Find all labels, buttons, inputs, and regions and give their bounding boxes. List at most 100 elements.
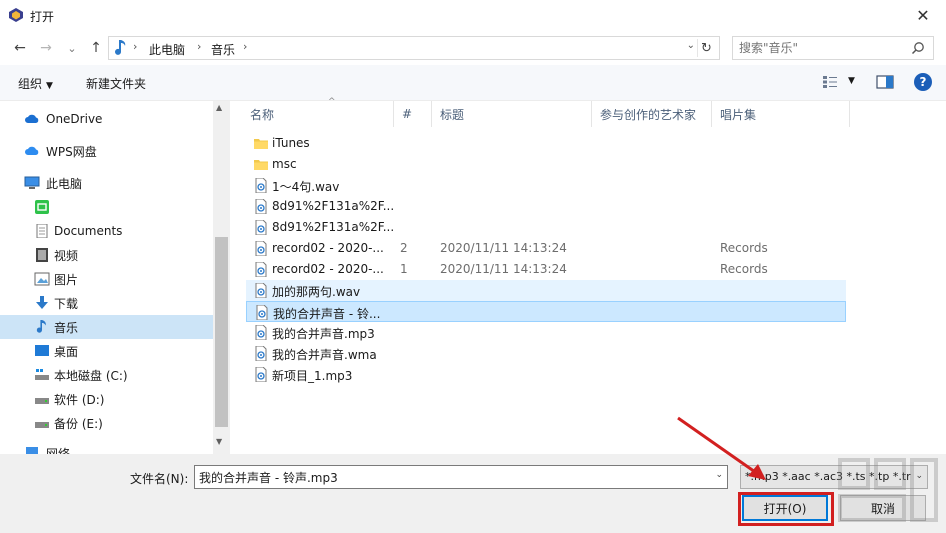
breadcrumb-music[interactable]: 音乐 (211, 41, 235, 58)
folder-icon (254, 160, 268, 170)
sidebar-item-label: 此电脑 (46, 176, 83, 191)
view-caret-icon[interactable]: ▼ (848, 76, 855, 86)
sidebar-item-network[interactable]: 网络 (0, 441, 213, 454)
column-label: 标题 (440, 107, 465, 122)
sidebar-item-this-pc[interactable]: 此电脑 (0, 171, 213, 195)
sidebar-item-videos[interactable]: 视频 (0, 243, 213, 267)
sidebar-item-label: 桌面 (54, 344, 79, 359)
file-row[interactable]: 我的合并声音.wma (246, 343, 846, 364)
file-row[interactable]: record02 - 2020-... 1 2020/11/11 14:13:24 R… (246, 259, 846, 280)
close-button[interactable]: ✕ (900, 0, 946, 31)
file-title: 2020/11/11 14:13:24 (440, 262, 567, 276)
search-input[interactable] (739, 40, 899, 56)
sort-ascending-icon: ^ (328, 97, 336, 107)
system-drive-icon (35, 369, 49, 380)
sidebar-item-drive-d[interactable]: 软件 (D:) (0, 387, 213, 411)
sidebar-item-downloads[interactable]: 下载 (0, 291, 213, 315)
sidebar-item-label: 下载 (54, 296, 79, 311)
sidebar-item-label: Documents (54, 224, 123, 238)
sidebar-item-onedrive[interactable]: OneDrive (0, 107, 213, 131)
sidebar-item-label: 本地磁盘 (C:) (54, 368, 128, 383)
column-header-album[interactable]: 唱片集 (712, 101, 850, 127)
file-row[interactable]: msc (246, 154, 846, 175)
sidebar-item-drive-e[interactable]: 备份 (E:) (0, 411, 213, 435)
sidebar-item-label: 音乐 (54, 320, 79, 335)
chevron-down-icon: ⌄ (67, 41, 77, 55)
back-button[interactable]: ← (10, 36, 30, 60)
file-row[interactable]: 8d91%2F131a%2F... (246, 217, 846, 238)
sidebar-item-label: 视频 (54, 248, 79, 263)
file-name: record02 - 2020-... (272, 262, 384, 276)
audio-file-icon (255, 199, 267, 214)
view-options-icon[interactable] (822, 75, 838, 89)
file-row[interactable]: 8d91%2F131a%2F... (246, 196, 846, 217)
file-row[interactable]: 我的合并声音.mp3 (246, 322, 846, 343)
music-note-icon (115, 40, 126, 55)
up-button[interactable]: ↑ (86, 36, 106, 60)
refresh-button[interactable]: ↻ (697, 39, 715, 57)
column-label: 参与创作的艺术家 (600, 107, 697, 122)
sidebar-item-label: 备份 (E:) (54, 416, 103, 431)
computer-icon (24, 176, 40, 189)
drive-icon (35, 398, 49, 404)
wps-cloud-icon (25, 146, 39, 155)
file-name: 我的合并声音 - 铃... (273, 307, 381, 321)
refresh-icon: ↻ (701, 40, 712, 56)
sidebar-item-app[interactable] (0, 195, 213, 219)
file-row[interactable]: 新项目_1.mp3 (246, 364, 846, 385)
sidebar-item-desktop[interactable]: 桌面 (0, 339, 213, 363)
column-header-artists[interactable]: 参与创作的艺术家 (592, 101, 712, 127)
scroll-up-icon[interactable]: ▲ (216, 103, 222, 112)
column-label: # (402, 107, 413, 121)
filename-combobox[interactable]: ⌄ (194, 465, 728, 489)
music-icon (36, 320, 46, 333)
file-name: 8d91%2F131a%2F... (272, 199, 395, 213)
file-row[interactable]: record02 - 2020-... 2 2020/11/11 14:13:24 R… (246, 238, 846, 259)
sidebar-item-label: 网络 (46, 446, 71, 455)
picture-icon (34, 272, 50, 286)
arrow-up-icon: ↑ (90, 40, 102, 56)
sidebar-item-label: WPS网盘 (46, 144, 97, 159)
file-name: 新项目_1.mp3 (272, 369, 353, 383)
address-bar[interactable]: › 此电脑 › 音乐 › ⌄ ↻ (108, 36, 720, 60)
column-header-name[interactable]: 名称 ^ (242, 97, 394, 127)
preview-pane-icon[interactable] (876, 75, 894, 89)
sidebar-item-pictures[interactable]: 图片 (0, 267, 213, 291)
audio-file-icon (255, 283, 267, 298)
file-list: 名称 ^ # 标题 参与创作的艺术家 唱片集 iTunes msc 1～4句.wav… (230, 97, 946, 454)
dialog-footer: 文件名(N): ⌄ *.mp3 *.aac *.ac3 *.ts *.tp *.… (0, 454, 946, 533)
sidebar-item-music[interactable]: 音乐 (0, 315, 213, 339)
organize-button[interactable]: 组织 ▼ (18, 75, 53, 92)
audio-file-icon (255, 220, 267, 235)
sidebar-scrollbar[interactable]: ▲ ▼ (213, 101, 230, 454)
forward-button[interactable]: → (36, 36, 56, 60)
breadcrumb-separator: › (133, 40, 138, 53)
column-header-number[interactable]: # (394, 101, 432, 127)
column-header-title[interactable]: 标题 (432, 101, 592, 127)
sidebar-item-drive-c[interactable]: 本地磁盘 (C:) (0, 363, 213, 387)
address-dropdown-icon[interactable]: ⌄ (687, 40, 695, 51)
filename-label: 文件名(N): (130, 472, 189, 486)
command-toolbar: 组织 ▼ 新建文件夹 ▼ ? (0, 65, 946, 101)
window-title: 打开 (30, 10, 55, 24)
file-name: 8d91%2F131a%2F... (272, 220, 395, 234)
file-row[interactable]: 1～4句.wav (246, 175, 846, 196)
file-album: Records (720, 262, 768, 276)
column-label: 名称 (250, 107, 275, 122)
file-row[interactable]: 我的合并声音 - 铃... (246, 301, 846, 322)
new-folder-button[interactable]: 新建文件夹 (86, 75, 146, 92)
sidebar-item-wps-cloud[interactable]: WPS网盘 (0, 139, 213, 163)
file-row[interactable]: iTunes (246, 133, 846, 154)
recent-locations-button[interactable]: ⌄ (62, 36, 82, 60)
scroll-down-icon[interactable]: ▼ (216, 437, 222, 446)
breadcrumb-separator: › (197, 40, 202, 53)
sidebar-item-documents[interactable]: Documents (0, 219, 213, 243)
search-icon (911, 42, 924, 55)
audio-file-icon (255, 178, 267, 193)
help-icon[interactable]: ? (914, 73, 932, 91)
breadcrumb-this-pc[interactable]: 此电脑 (149, 41, 185, 58)
filename-input[interactable] (199, 469, 699, 485)
scrollbar-thumb[interactable] (215, 237, 228, 427)
search-box[interactable] (732, 36, 934, 60)
file-row[interactable]: 加的那两句.wav (246, 280, 846, 301)
